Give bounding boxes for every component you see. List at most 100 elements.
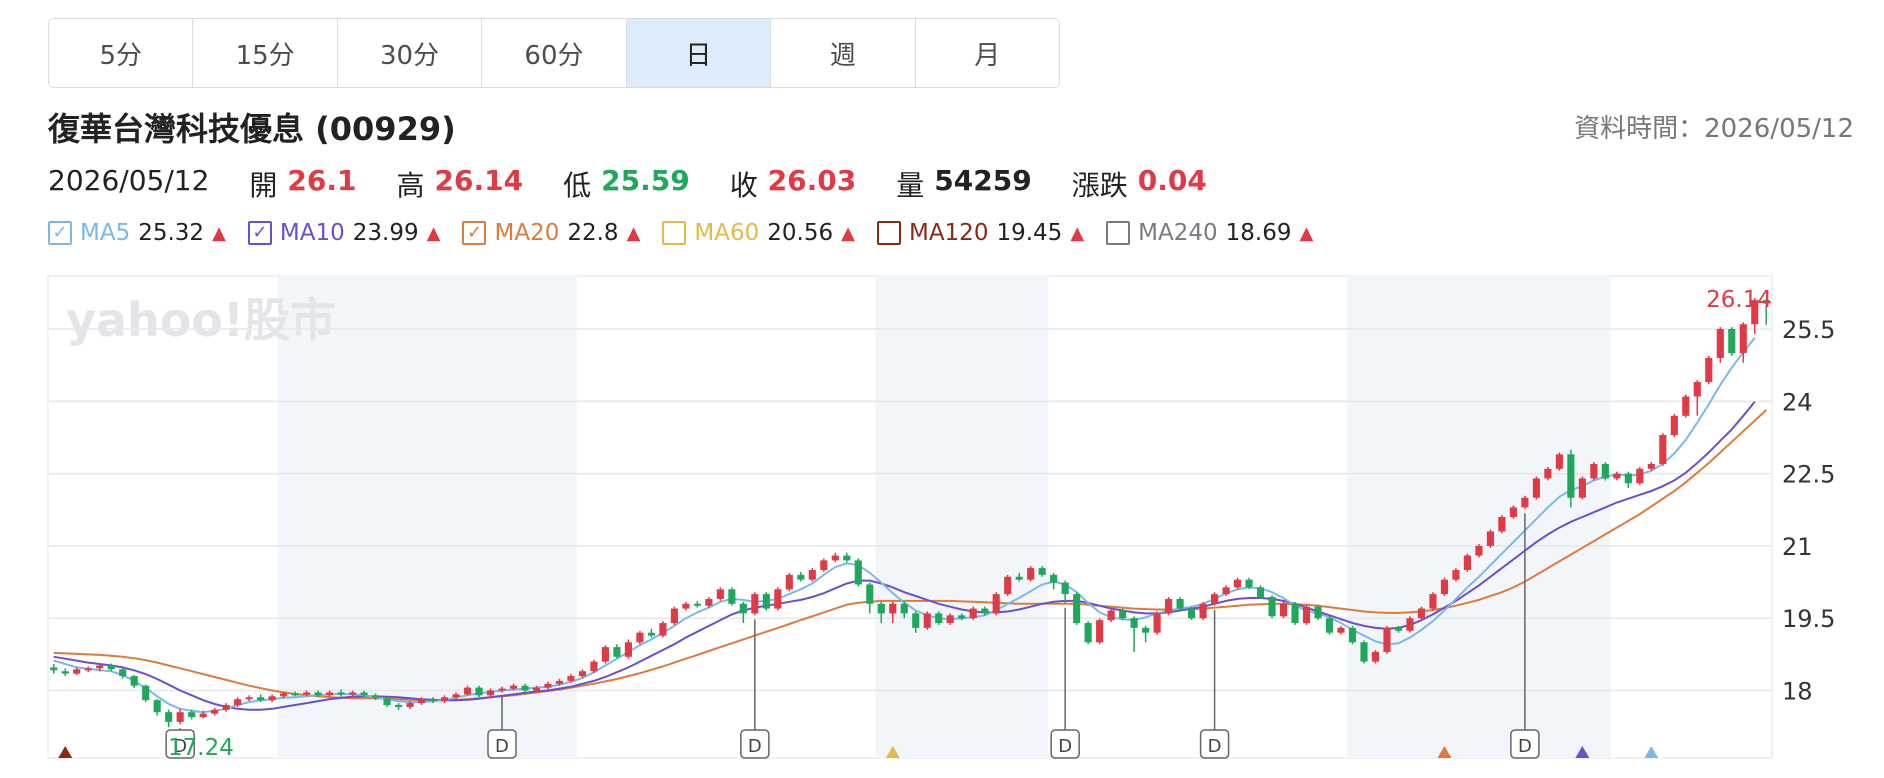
candle-body [601,647,609,662]
candle-body [1015,576,1023,580]
dividend-label: D [1058,736,1072,757]
candle-body [371,695,380,699]
candle-body [843,555,851,561]
y-tick-label: 18 [1782,678,1813,706]
candle-body [785,574,793,590]
y-tick-label: 19.5 [1782,605,1835,633]
candle-body [107,665,115,670]
candle-body [1256,587,1265,598]
candle-body [429,699,437,702]
candle-body [153,700,161,713]
candle-body [291,693,299,696]
candle-body [1199,603,1207,619]
candle-body [1463,555,1471,571]
max-price-label: 26.14 [1706,287,1772,313]
candle-body [1383,627,1391,652]
candle-body [1050,574,1058,583]
candle-body [532,687,541,691]
candle-body [716,589,724,599]
candle-body [1521,497,1529,508]
candle-body [1394,627,1403,631]
candle-body [946,615,954,624]
candle-body [475,687,483,696]
candle-body [1027,568,1035,580]
candle-body [73,669,81,674]
candle-body [417,699,426,704]
candle-body [498,688,506,691]
candle-body [1130,618,1138,628]
candle-body [659,623,667,636]
candle-body [1705,357,1713,383]
min-price-label: 17.24 [168,735,234,761]
candle-body [1107,610,1115,621]
candle-body [142,685,150,701]
candle-body [349,692,357,695]
candle-body [509,685,518,689]
candle-body [831,555,839,561]
candle-body [326,692,334,696]
candle-body [739,603,747,614]
candle-body [1302,606,1311,624]
candle-body [958,615,966,619]
candle-body [889,603,897,614]
candle-body [1647,463,1655,469]
candle-body [1613,473,1621,479]
candle-body [808,570,816,580]
candle-body [544,683,552,688]
candle-body [1084,623,1092,643]
candle-body [1429,594,1437,609]
candle-body [486,690,495,696]
candle-body [463,687,472,695]
candle-body [1417,608,1426,619]
candle-body [188,712,196,718]
y-tick-label: 21 [1782,533,1813,561]
candle-body [1314,606,1322,619]
candle-body [119,669,127,677]
candle-body [981,608,989,614]
candle-body [165,712,173,722]
candle-body [1279,603,1288,617]
candle-body [1153,613,1161,633]
candle-body [1590,463,1598,479]
candle-body [1406,618,1414,631]
candle-body [257,697,265,701]
candle-body [1486,531,1494,546]
candle-body [1233,579,1242,588]
candle-body [923,613,931,628]
candle-body [820,560,828,571]
candle-body [555,680,564,684]
candle-body [992,594,1000,614]
candle-body [682,603,690,609]
candle-body [647,632,655,636]
candle-body [84,668,92,671]
candle-body [797,574,805,580]
candle-body [1440,579,1449,595]
candle-body [636,632,644,643]
candle-body [1371,651,1380,662]
candlestick-chart: yahoo!股市1819.52122.52425.5D D D D D D26.1417.… [47,275,1835,761]
candle-body [1268,597,1276,617]
candle-body [211,709,219,714]
candle-body [1498,517,1506,532]
dividend-label: D [748,736,762,757]
candle-body [521,685,529,691]
candle-body [578,671,587,677]
candle-body [268,696,276,701]
candle-body [567,676,575,681]
candle-body [337,692,345,695]
candle-body [1245,579,1253,588]
candle-body [1038,568,1046,575]
candle-body [900,603,908,614]
candle-body [1004,576,1012,595]
candle-body [877,603,885,614]
candle-body [1624,473,1632,484]
candle-body [1188,608,1196,619]
candle-body [314,692,322,696]
candle-body [590,661,598,672]
dividend-label: D [1208,736,1222,757]
dividend-label: D [495,736,509,757]
candle-body [969,608,977,619]
candle-body [866,584,874,604]
candle-body [61,671,69,674]
candle-body [440,697,449,702]
